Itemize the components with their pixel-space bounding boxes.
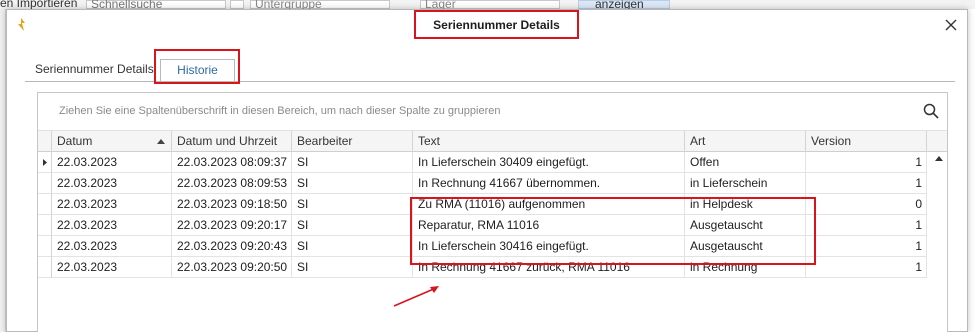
header-version[interactable]: Version: [806, 131, 927, 153]
cell-bearbeiter[interactable]: SI: [292, 257, 413, 278]
annotation-arrow-icon: [393, 286, 439, 307]
dialog-title: Seriennummer Details: [433, 17, 560, 32]
grid-header: Datum Datum und Uhrzeit Bearbeiter Text …: [38, 130, 947, 153]
scroll-up-icon[interactable]: [935, 156, 943, 161]
header-filler: [927, 131, 947, 153]
cell-version[interactable]: 1: [806, 215, 927, 236]
background-lager-field: Lager: [420, 0, 560, 9]
cell-datum-uhrzeit[interactable]: 22.03.2023 08:09:53: [172, 173, 292, 194]
table-row[interactable]: 22.03.2023 22.03.2023 08:09:37 SI In Lie…: [38, 152, 947, 173]
search-icon[interactable]: [923, 103, 939, 119]
sort-ascending-icon: [157, 139, 165, 144]
row-indicator[interactable]: [38, 215, 52, 236]
header-text[interactable]: Text: [413, 131, 685, 153]
row-indicator[interactable]: [38, 257, 52, 278]
cell-datum[interactable]: 22.03.2023: [52, 152, 172, 173]
row-indicator[interactable]: [38, 236, 52, 257]
cell-bearbeiter[interactable]: SI: [292, 152, 413, 173]
cell-art[interactable]: in Lieferschein: [685, 173, 806, 194]
cell-art[interactable]: Offen: [685, 152, 806, 173]
cell-bearbeiter[interactable]: SI: [292, 236, 413, 257]
cell-datum-uhrzeit[interactable]: 22.03.2023 08:09:37: [172, 152, 292, 173]
cell-version[interactable]: 0: [806, 194, 927, 215]
header-indicator: [38, 131, 52, 153]
dialog-title-highlight: Seriennummer Details: [414, 10, 579, 39]
cell-text[interactable]: In Rechnung 41667 übernommen.: [413, 173, 685, 194]
row-indicator[interactable]: [38, 152, 52, 173]
header-datum[interactable]: Datum: [52, 131, 172, 153]
grid-vertical-scrollbar[interactable]: [931, 152, 947, 278]
group-by-panel[interactable]: Ziehen Sie eine Spaltenüberschrift in di…: [38, 93, 947, 128]
background-anzeigen-button: anzeigen: [578, 0, 670, 9]
cell-datum[interactable]: 22.03.2023: [52, 215, 172, 236]
background-checkbox: [230, 0, 244, 9]
background-import-label: en Importieren: [0, 0, 78, 9]
app-logo-icon: [18, 18, 25, 31]
background-subgroup-field: Untergruppe: [250, 0, 390, 9]
cell-text[interactable]: In Lieferschein 30409 eingefügt.: [413, 152, 685, 173]
background-search-field: Schnellsuche: [86, 0, 226, 9]
rows-highlight-annotation: [410, 197, 816, 265]
cell-version[interactable]: 1: [806, 173, 927, 194]
table-row[interactable]: 22.03.2023 22.03.2023 08:09:53 SI In Rec…: [38, 173, 947, 194]
cell-datum-uhrzeit[interactable]: 22.03.2023 09:18:50: [172, 194, 292, 215]
background-toolbar: en Importieren Schnellsuche Untergruppe …: [0, 0, 975, 9]
serial-number-details-dialog: Seriennummer Details Seriennummer Detail…: [6, 9, 968, 332]
cell-version[interactable]: 1: [806, 257, 927, 278]
cell-datum[interactable]: 22.03.2023: [52, 194, 172, 215]
cell-datum-uhrzeit[interactable]: 22.03.2023 09:20:43: [172, 236, 292, 257]
header-datum-uhrzeit[interactable]: Datum und Uhrzeit: [172, 131, 292, 153]
cell-datum[interactable]: 22.03.2023: [52, 257, 172, 278]
group-by-hint: Ziehen Sie eine Spaltenüberschrift in di…: [59, 105, 501, 117]
cell-datum-uhrzeit[interactable]: 22.03.2023 09:20:50: [172, 257, 292, 278]
cell-datum[interactable]: 22.03.2023: [52, 173, 172, 194]
row-indicator[interactable]: [38, 194, 52, 215]
cell-version[interactable]: 1: [806, 236, 927, 257]
cell-bearbeiter[interactable]: SI: [292, 173, 413, 194]
cell-datum-uhrzeit[interactable]: 22.03.2023 09:20:17: [172, 215, 292, 236]
row-pointer-icon: [43, 159, 47, 166]
tab-historie-highlight: [154, 49, 240, 84]
header-bearbeiter[interactable]: Bearbeiter: [292, 131, 413, 153]
row-indicator[interactable]: [38, 173, 52, 194]
cell-version[interactable]: 1: [806, 152, 927, 173]
header-art[interactable]: Art: [685, 131, 806, 153]
close-icon[interactable]: [943, 17, 959, 33]
cell-bearbeiter[interactable]: SI: [292, 194, 413, 215]
cell-datum[interactable]: 22.03.2023: [52, 236, 172, 257]
cell-bearbeiter[interactable]: SI: [292, 215, 413, 236]
tab-seriennummer-details[interactable]: Seriennummer Details: [29, 59, 160, 81]
